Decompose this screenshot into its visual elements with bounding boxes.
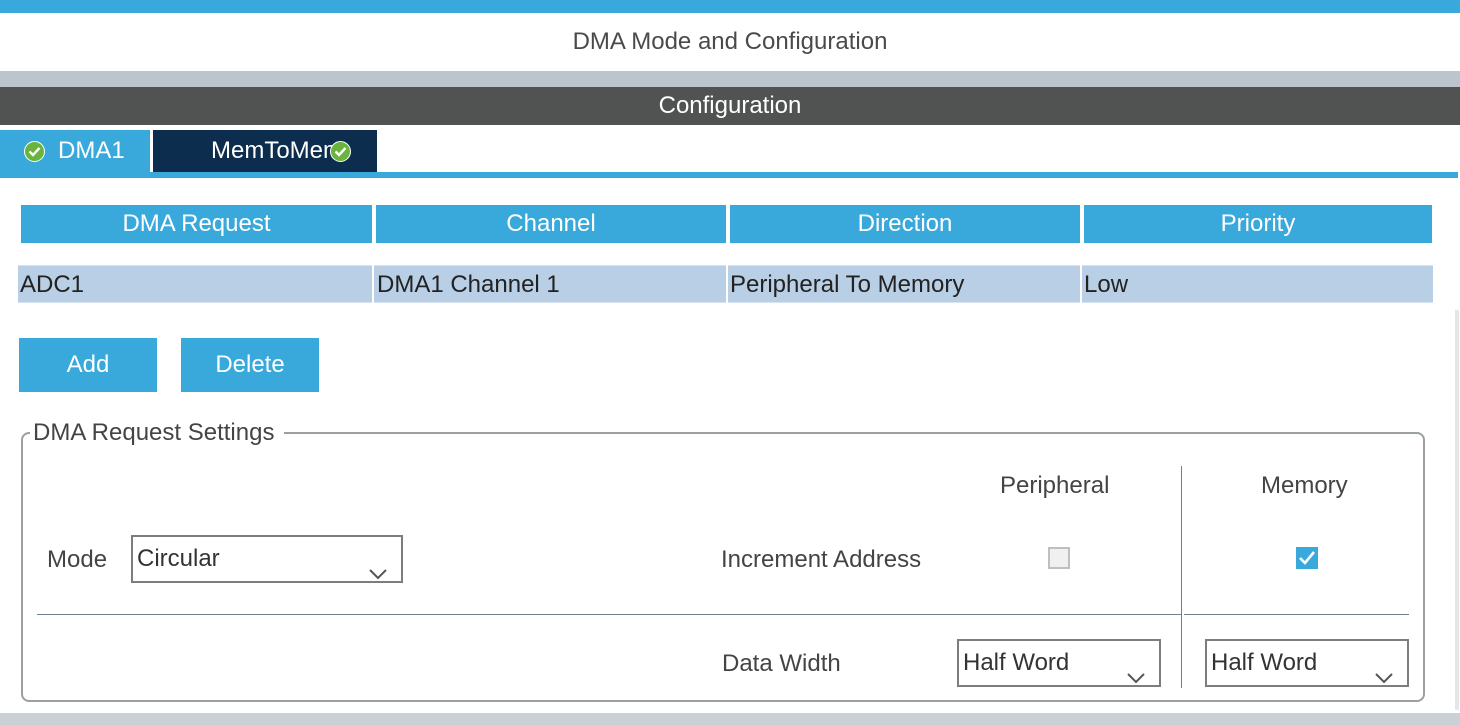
mode-select[interactable]: Circular bbox=[131, 535, 403, 583]
cell-priority[interactable]: Low bbox=[1082, 265, 1433, 303]
column-header-priority[interactable]: Priority bbox=[1084, 205, 1432, 243]
mode-select-value: Circular bbox=[137, 545, 220, 572]
peripheral-increment-checkbox[interactable] bbox=[1048, 547, 1070, 569]
add-button[interactable]: Add bbox=[19, 338, 157, 392]
memory-column-header: Memory bbox=[1261, 472, 1348, 499]
checkmark-icon bbox=[1299, 551, 1316, 565]
settings-legend: DMA Request Settings bbox=[30, 417, 285, 449]
window-title: DMA Mode and Configuration bbox=[572, 28, 888, 55]
cell-direction[interactable]: Peripheral To Memory bbox=[728, 265, 1080, 303]
chevron-down-icon bbox=[369, 551, 387, 595]
memory-data-width-value: Half Word bbox=[1211, 649, 1318, 676]
bottom-bar bbox=[0, 713, 1460, 725]
tab-dma1[interactable]: DMA1 bbox=[0, 130, 150, 172]
tab-label: DMA1 bbox=[58, 137, 125, 164]
chevron-down-icon bbox=[1127, 655, 1145, 699]
cell-dma-request[interactable]: ADC1 bbox=[18, 265, 372, 303]
tab-memtomem[interactable]: MemToMem bbox=[153, 130, 377, 172]
separator-bar bbox=[0, 71, 1460, 87]
column-header-dma-request[interactable]: DMA Request bbox=[21, 205, 372, 243]
mode-label: Mode bbox=[47, 546, 108, 573]
top-accent-bar bbox=[0, 0, 1460, 13]
peripheral-column-header: Peripheral bbox=[1000, 472, 1110, 499]
tab-underline bbox=[0, 172, 1458, 178]
row-divider bbox=[1184, 614, 1409, 615]
column-header-direction[interactable]: Direction bbox=[730, 205, 1080, 243]
check-circle-icon bbox=[24, 141, 45, 162]
check-circle-icon bbox=[330, 141, 351, 162]
memory-data-width-select[interactable]: Half Word bbox=[1205, 639, 1409, 687]
increment-address-label: Increment Address bbox=[721, 546, 922, 573]
peripheral-data-width-value: Half Word bbox=[963, 649, 1070, 676]
column-divider bbox=[1181, 466, 1182, 688]
tab-label: MemToMem bbox=[211, 137, 344, 164]
row-divider bbox=[37, 614, 1181, 615]
configuration-header: Configuration bbox=[0, 87, 1460, 125]
cell-channel[interactable]: DMA1 Channel 1 bbox=[374, 265, 726, 303]
scrollbar-track[interactable] bbox=[1455, 310, 1459, 710]
delete-button[interactable]: Delete bbox=[181, 338, 319, 392]
peripheral-data-width-select[interactable]: Half Word bbox=[957, 639, 1161, 687]
data-width-label: Data Width bbox=[722, 650, 841, 677]
column-header-channel[interactable]: Channel bbox=[376, 205, 726, 243]
chevron-down-icon bbox=[1375, 655, 1393, 699]
memory-increment-checkbox[interactable] bbox=[1296, 547, 1318, 569]
